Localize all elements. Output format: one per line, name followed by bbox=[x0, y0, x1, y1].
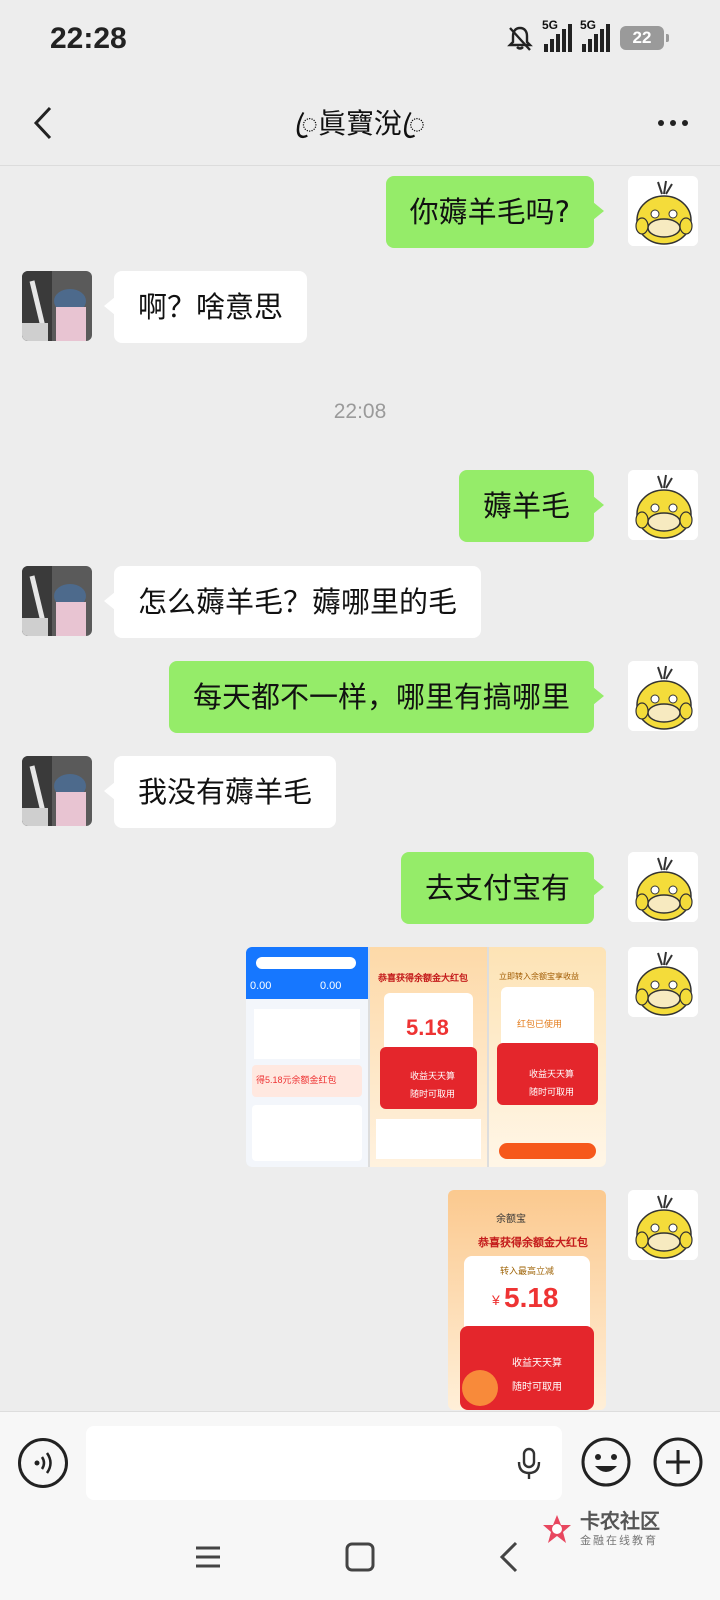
message-bubble-in[interactable]: 啊？啥意思 bbox=[103, 271, 308, 343]
triangle-back-icon bbox=[499, 1541, 518, 1573]
screenshot-panel-alipay-home: 0.00 0.00 得5.18元余额金红包 bbox=[246, 947, 368, 1167]
message-bubble-in[interactable]: 我没有薅羊毛 bbox=[103, 756, 337, 828]
timestamp: 22:08 bbox=[333, 400, 387, 423]
emoji-button[interactable] bbox=[580, 1436, 632, 1488]
plus-icon bbox=[653, 1437, 703, 1487]
message-bubble-out[interactable]: 薅羊毛 bbox=[458, 470, 605, 542]
more-options-button[interactable] bbox=[648, 98, 698, 148]
chat-header: ꦿ眞寶涗ꦿ bbox=[0, 82, 720, 166]
avatar-self[interactable] bbox=[628, 1190, 698, 1260]
mute-bell-icon bbox=[507, 26, 533, 51]
menu-icon bbox=[196, 1546, 220, 1568]
avatar-self[interactable] bbox=[628, 947, 698, 1017]
avatar-self[interactable] bbox=[628, 661, 698, 731]
nav-back-button[interactable] bbox=[488, 1535, 532, 1579]
image-message-screenshots[interactable]: 0.00 0.00 得5.18元余额金红包 恭喜获得余额金大红包 5.18 收益… bbox=[246, 947, 606, 1167]
voice-wave-icon bbox=[34, 1452, 52, 1474]
watermark-name: 卡农社区 bbox=[580, 1509, 660, 1533]
more-functions-button[interactable] bbox=[652, 1436, 704, 1488]
battery-icon: 22 bbox=[620, 26, 669, 50]
message-bubble-out[interactable]: 每天都不一样，哪里有搞哪里 bbox=[168, 661, 605, 733]
status-bar: 22:28 5G 5G 22 bbox=[0, 0, 720, 82]
screenshot-panel-redpacket-used: 立即转入余额宝享收益 红包已使用 收益天天算 随时可取用 bbox=[489, 947, 606, 1167]
avatar-contact[interactable] bbox=[22, 271, 92, 341]
avatar-self[interactable] bbox=[628, 176, 698, 246]
watermark-slogan: 金融在线教育 bbox=[580, 1534, 658, 1547]
status-time: 22:28 bbox=[50, 22, 127, 55]
image-message-redpacket[interactable]: 余额宝 恭喜获得余额金大红包 转入最高立减 ¥ 5.18 收益天天算 随时可取用 bbox=[448, 1190, 606, 1410]
voice-toggle-button[interactable] bbox=[18, 1438, 68, 1488]
message-bubble-in[interactable]: 怎么薅羊毛？薅哪里的毛 bbox=[103, 566, 482, 638]
avatar-contact[interactable] bbox=[22, 566, 92, 636]
message-bubble-out[interactable]: 你薅羊毛吗? bbox=[385, 176, 605, 248]
watermark: 卡农社区 金融在线教育 bbox=[540, 1510, 660, 1548]
avatar-contact[interactable] bbox=[22, 756, 92, 826]
message-bubble-out[interactable]: 去支付宝有 bbox=[400, 852, 605, 924]
avatar-self[interactable] bbox=[628, 470, 698, 540]
kanong-logo-icon bbox=[543, 1515, 571, 1543]
signal-icon-1: 5G bbox=[542, 18, 572, 52]
smiley-icon bbox=[581, 1437, 631, 1487]
chat-title: ꦿ眞寶涗ꦿ bbox=[294, 107, 426, 140]
nav-home-button[interactable] bbox=[338, 1535, 382, 1579]
screenshot-panel-redpacket: 恭喜获得余额金大红包 5.18 收益天天算 随时可取用 bbox=[370, 947, 487, 1167]
status-icons: 5G 5G 22 bbox=[506, 18, 669, 52]
input-bar bbox=[0, 1411, 720, 1517]
microphone-icon[interactable] bbox=[514, 1446, 544, 1482]
more-dots-icon bbox=[658, 120, 664, 126]
home-square-icon bbox=[345, 1542, 375, 1572]
signal-icon-2: 5G bbox=[580, 18, 610, 52]
message-input[interactable] bbox=[86, 1426, 562, 1500]
nav-menu-button[interactable] bbox=[186, 1535, 230, 1579]
avatar-self[interactable] bbox=[628, 852, 698, 922]
